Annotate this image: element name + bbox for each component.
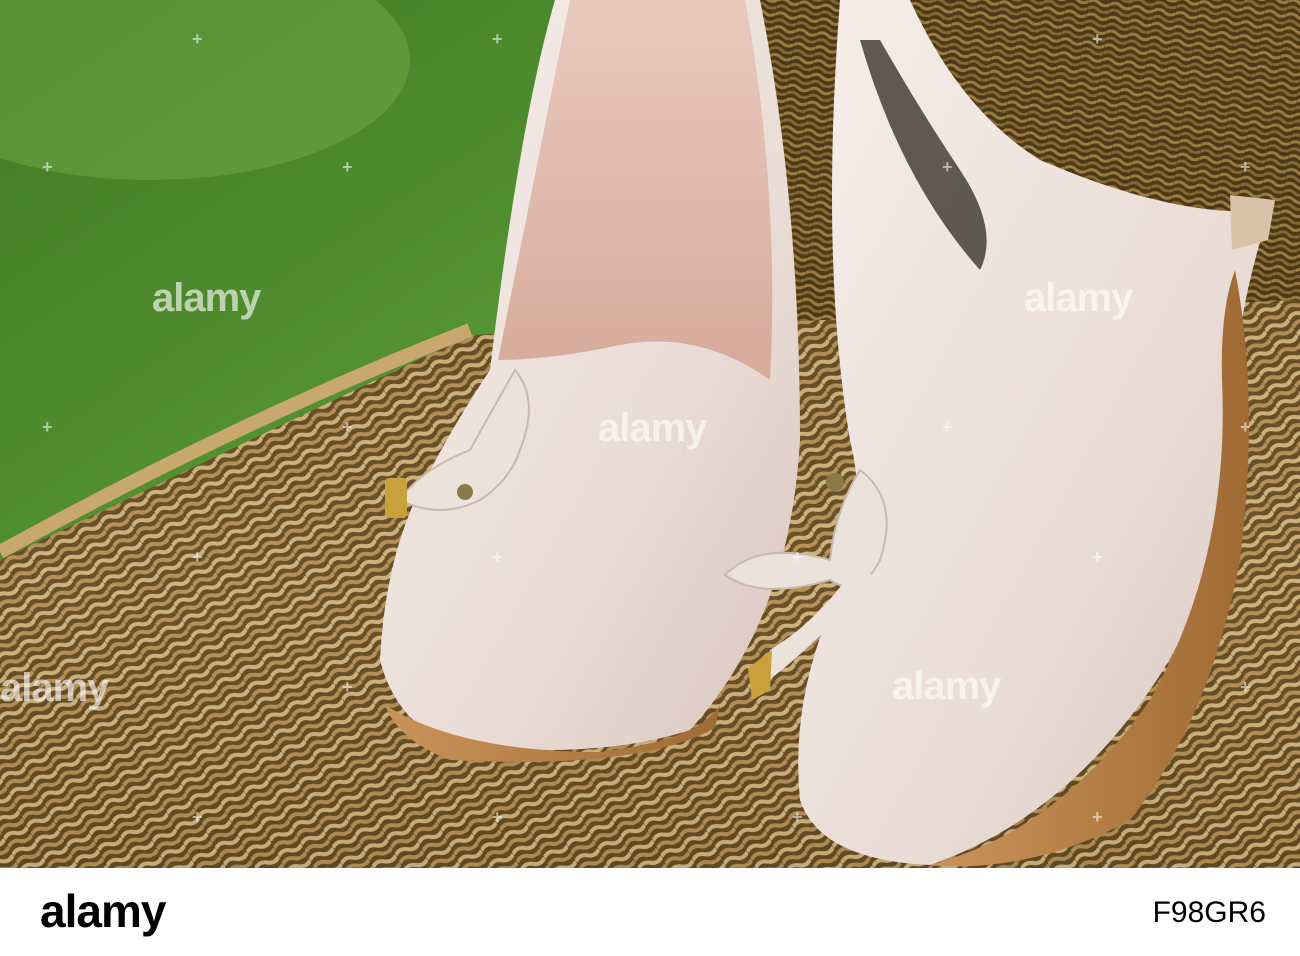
photo-illustration bbox=[0, 0, 1300, 868]
bow-tip-metal bbox=[385, 478, 407, 518]
stock-photo-frame: alamy alamy alamy alamy alamy + + + + + … bbox=[0, 0, 1300, 956]
photo: alamy alamy alamy alamy alamy + + + + + … bbox=[0, 0, 1300, 868]
footer-bar: alamy F98GR6 bbox=[0, 868, 1300, 956]
brand-logo: alamy bbox=[40, 885, 166, 937]
image-id: F98GR6 bbox=[1152, 896, 1266, 929]
